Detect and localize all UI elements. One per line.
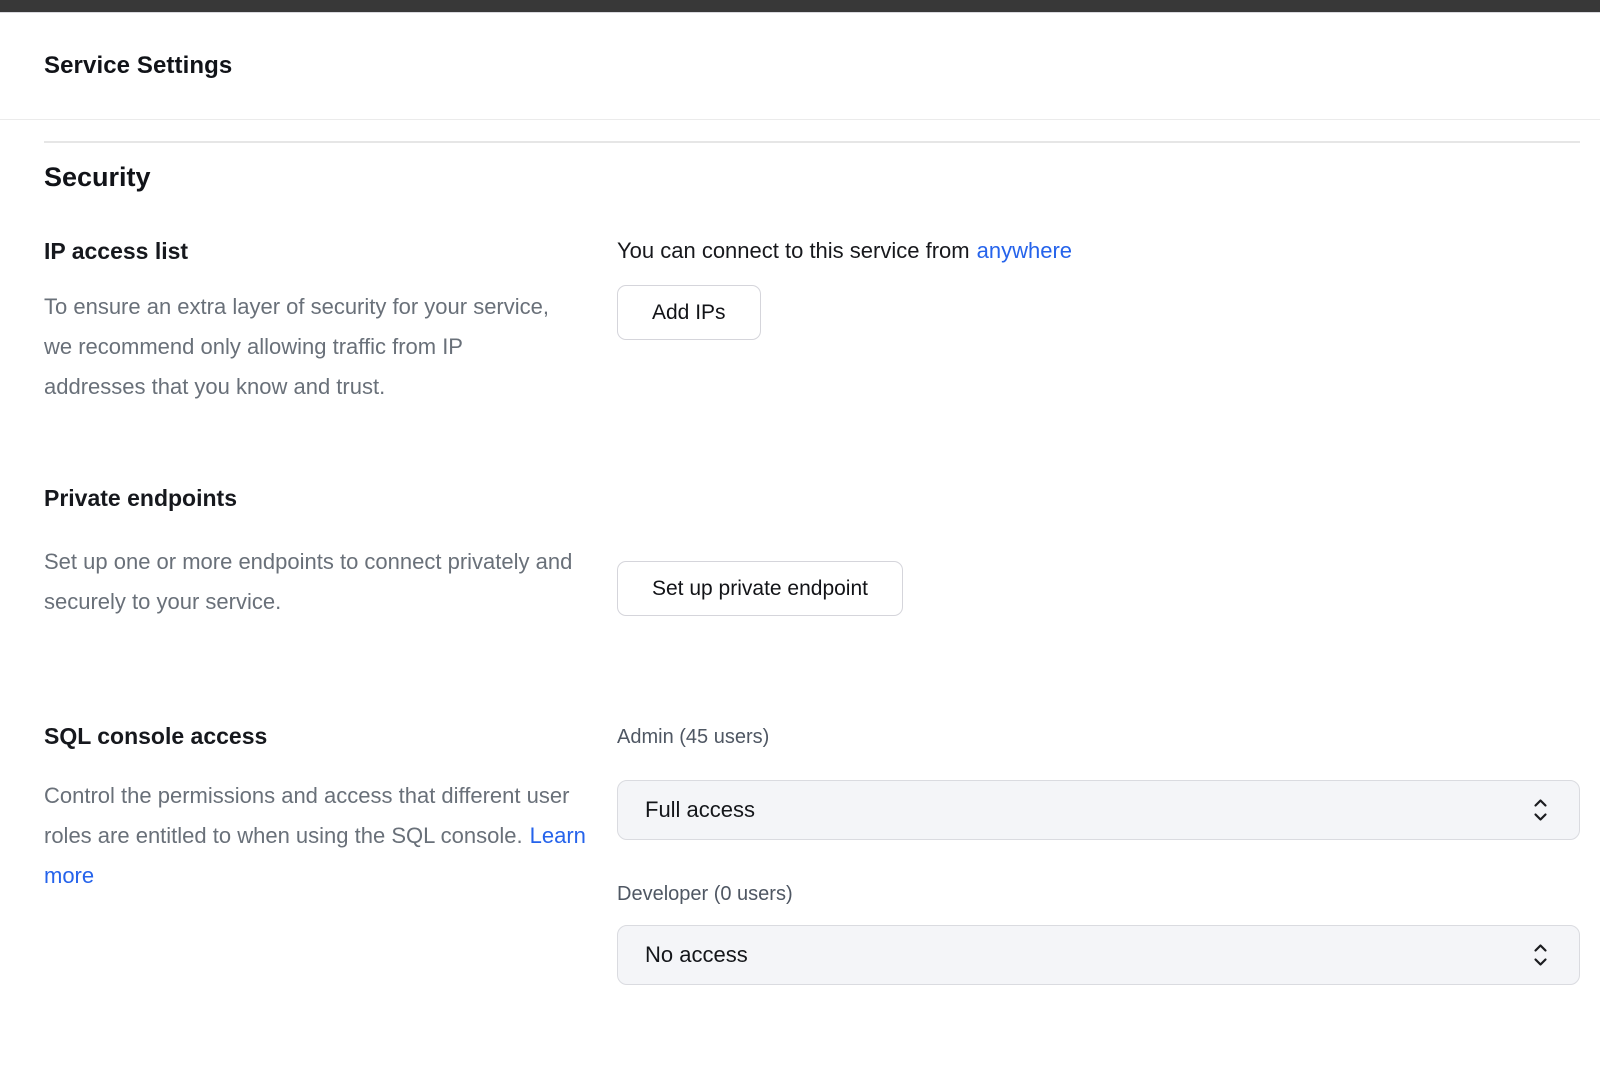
developer-access-selected-value: No access — [645, 942, 748, 968]
security-section-title: Security — [44, 160, 1580, 194]
page-header: Service Settings — [0, 13, 1600, 120]
up-down-chevron-icon — [1532, 796, 1549, 824]
private-endpoints-right-col: Set up private endpoint — [617, 484, 1580, 622]
sql-console-description: Control the permissions and access that … — [44, 776, 602, 896]
sql-console-description-text: Control the permissions and access that … — [44, 783, 569, 848]
setup-private-endpoint-button[interactable]: Set up private endpoint — [617, 561, 903, 616]
private-endpoints-row: Private endpoints Set up one or more end… — [44, 484, 1580, 622]
page-title: Service Settings — [44, 52, 232, 80]
private-endpoints-heading: Private endpoints — [44, 484, 617, 512]
ip-access-list-right-col: You can connect to this service from anyw… — [617, 237, 1580, 407]
add-ips-button[interactable]: Add IPs — [617, 285, 761, 340]
section-divider — [44, 141, 1580, 143]
private-endpoints-description: Set up one or more endpoints to connect … — [44, 542, 609, 622]
admin-access-selected-value: Full access — [645, 797, 755, 823]
sql-console-access-row: SQL console access Control the permissio… — [44, 722, 1580, 985]
developer-access-select[interactable]: No access — [617, 925, 1580, 985]
sql-console-heading: SQL console access — [44, 722, 617, 750]
private-endpoints-left-col: Private endpoints Set up one or more end… — [44, 484, 617, 622]
up-down-chevron-icon — [1532, 941, 1549, 969]
ip-access-list-description: To ensure an extra layer of security for… — [44, 287, 549, 407]
ip-access-list-left-col: IP access list To ensure an extra layer … — [44, 237, 617, 407]
ip-access-status-text: You can connect to this service from — [617, 238, 970, 263]
admin-access-select[interactable]: Full access — [617, 780, 1580, 840]
sql-console-right-col: Admin (45 users) Full access Developer (… — [617, 722, 1580, 985]
sql-console-left-col: SQL console access Control the permissio… — [44, 722, 617, 985]
settings-content: Security IP access list To ensure an ext… — [44, 141, 1580, 985]
anywhere-link[interactable]: anywhere — [977, 238, 1072, 263]
developer-role-label: Developer (0 users) — [617, 882, 1580, 907]
admin-role-label: Admin (45 users) — [617, 725, 1580, 750]
window-chrome-bar — [0, 0, 1600, 13]
ip-access-list-heading: IP access list — [44, 237, 617, 265]
ip-access-status: You can connect to this service from anyw… — [617, 237, 1580, 265]
ip-access-list-row: IP access list To ensure an extra layer … — [44, 237, 1580, 407]
